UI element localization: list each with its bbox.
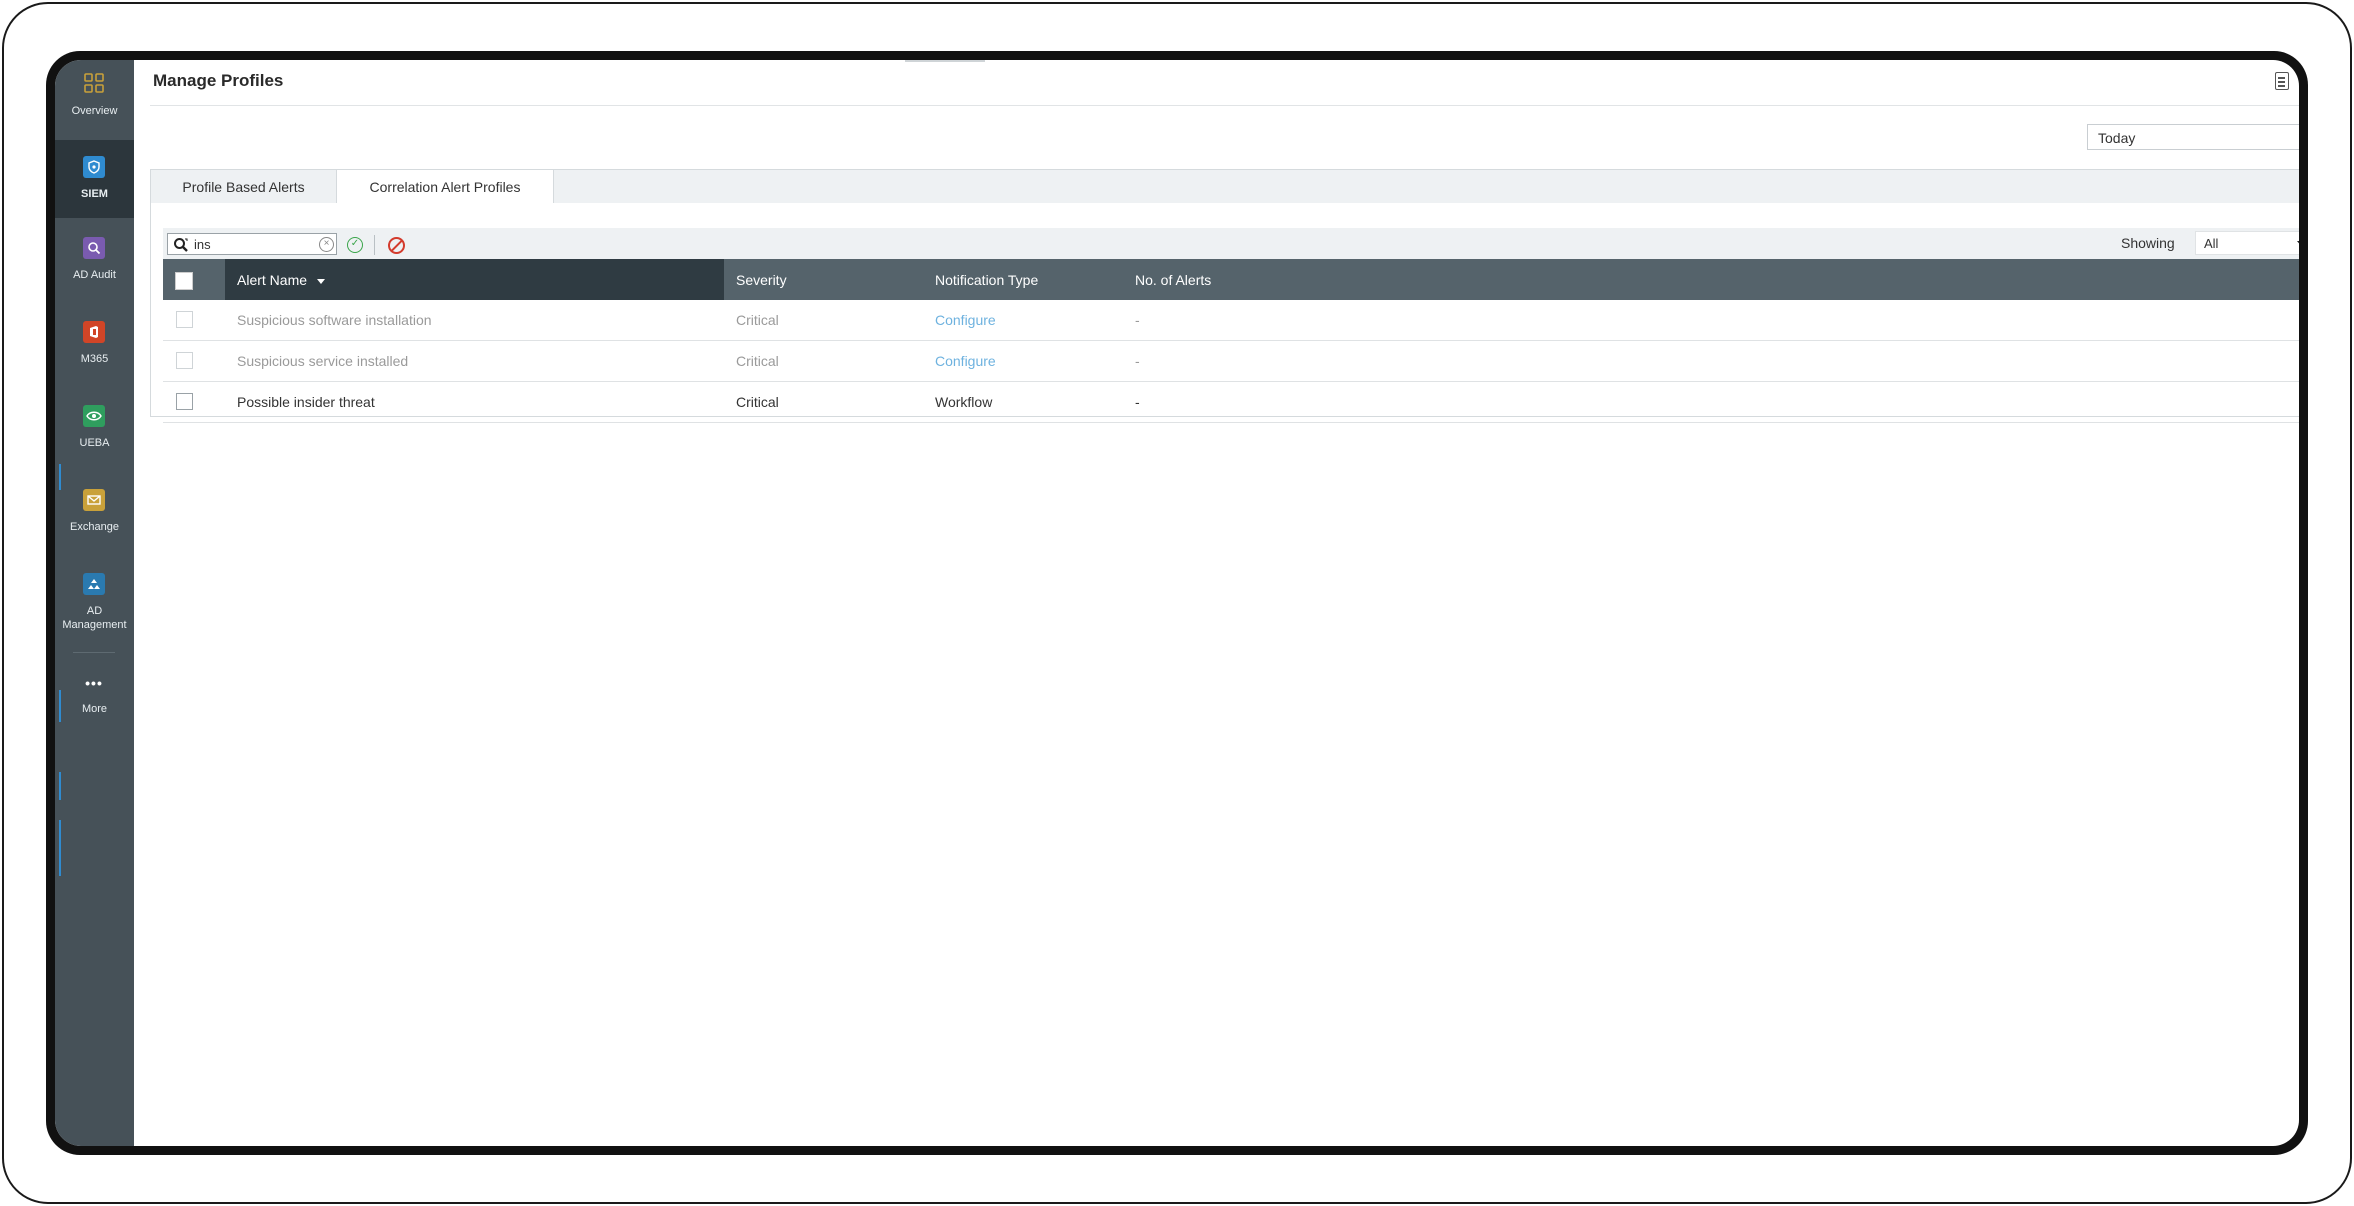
clear-icon[interactable]: × — [319, 237, 334, 252]
more-icon: ••• — [85, 675, 103, 691]
table-row[interactable]: Suspicious service installed Critical Co… — [163, 341, 2299, 382]
sidebar: Overview SIEM AD Audit M365 UEBA Exchang… — [55, 60, 134, 1146]
severity-cell: Critical — [736, 353, 779, 369]
sidebar-accent-line — [59, 690, 61, 722]
showing-select[interactable]: All — [2195, 231, 2299, 255]
tabs-bar: Profile Based Alerts Correlation Alert P… — [150, 169, 2299, 205]
apply-filter-icon[interactable]: ✓ — [347, 237, 363, 253]
column-header-notification-type[interactable]: Notification Type — [935, 259, 1038, 300]
main-content: Manage Profiles Today Profile Based Aler… — [134, 60, 2299, 1146]
sidebar-item-label: More — [81, 703, 108, 715]
tree-icon — [83, 573, 105, 595]
page-title: Manage Profiles — [153, 71, 284, 90]
alert-name-cell: Suspicious service installed — [237, 353, 409, 369]
table-row[interactable]: Suspicious software installation Critica… — [163, 300, 2299, 341]
search-icon — [83, 237, 105, 259]
date-range-select[interactable]: Today — [2087, 124, 2299, 150]
showing-label: Showing — [2121, 235, 2175, 251]
office-icon — [83, 321, 105, 343]
sidebar-item-label: Overview — [71, 105, 118, 117]
toolbar-separator — [374, 235, 375, 255]
document-icon[interactable] — [2275, 72, 2289, 90]
sidebar-item-overview[interactable]: Overview — [55, 60, 134, 140]
configure-link[interactable]: Configure — [935, 353, 996, 369]
device-bezel: Overview SIEM AD Audit M365 UEBA Exchang… — [46, 51, 2308, 1155]
mail-icon — [83, 489, 105, 511]
sidebar-item-m365[interactable]: M365 — [55, 304, 134, 384]
grid-icon — [83, 72, 105, 94]
sidebar-item-label: Exchange — [70, 521, 119, 533]
search-box: × — [167, 233, 337, 255]
column-header-no-of-alerts[interactable]: No. of Alerts — [1135, 259, 1211, 300]
table-toolbar: × ✓ Showing All 1 — [163, 228, 2299, 259]
sidebar-accent-line — [59, 464, 61, 490]
sidebar-item-exchange[interactable]: Exchange — [55, 472, 134, 552]
sidebar-item-siem[interactable]: SIEM — [55, 140, 134, 218]
sidebar-accent-line — [59, 820, 61, 876]
sort-desc-icon — [317, 278, 326, 284]
severity-cell: Critical — [736, 312, 779, 328]
sidebar-item-label: AD Audit — [73, 269, 116, 281]
alert-count-cell: - — [1135, 394, 1140, 410]
row-checkbox[interactable] — [176, 352, 193, 369]
notification-type-cell: Workflow — [935, 394, 993, 410]
configure-link[interactable]: Configure — [935, 312, 996, 328]
sidebar-item-label: SIEM — [81, 188, 108, 200]
select-all-checkbox[interactable] — [175, 272, 193, 290]
sidebar-item-label: Management — [62, 619, 127, 631]
search-icon — [173, 237, 188, 252]
title-divider — [150, 105, 2299, 106]
sidebar-item-label: AD — [86, 605, 103, 617]
sidebar-item-label: UEBA — [79, 437, 110, 449]
top-indicator — [905, 60, 985, 62]
alert-name-cell: Possible insider threat — [237, 394, 375, 410]
sidebar-accent-line — [59, 772, 61, 800]
column-header-label: Alert Name — [237, 272, 308, 288]
row-checkbox[interactable] — [176, 393, 193, 410]
chevron-down-icon — [2297, 241, 2299, 247]
alert-count-cell: - — [1135, 312, 1140, 328]
shield-icon — [83, 156, 105, 178]
tab-profile-based-alerts[interactable]: Profile Based Alerts — [151, 170, 336, 204]
sidebar-item-more[interactable]: ••• More — [55, 660, 134, 740]
eye-icon — [83, 405, 105, 427]
column-header-severity[interactable]: Severity — [736, 259, 787, 300]
search-input[interactable] — [194, 236, 304, 253]
tab-correlation-alert-profiles[interactable]: Correlation Alert Profiles — [336, 170, 554, 205]
column-header-alert-name[interactable]: Alert Name — [225, 259, 724, 300]
alert-name-cell: Suspicious software installation — [237, 312, 432, 328]
alert-count-cell: - — [1135, 353, 1140, 369]
row-checkbox[interactable] — [176, 311, 193, 328]
sidebar-item-label: M365 — [80, 353, 109, 365]
table-row[interactable]: Possible insider threat Critical Workflo… — [163, 382, 2299, 423]
table-header: Alert Name Severity Notification Type No… — [163, 259, 2299, 300]
severity-cell: Critical — [736, 394, 779, 410]
showing-value: All — [2204, 236, 2219, 251]
cancel-filter-icon[interactable] — [388, 237, 405, 254]
alerts-table: Alert Name Severity Notification Type No… — [163, 259, 2299, 423]
sidebar-item-ueba[interactable]: UEBA — [55, 388, 134, 468]
sidebar-divider — [73, 652, 115, 653]
app-screen: Overview SIEM AD Audit M365 UEBA Exchang… — [55, 60, 2299, 1146]
alerts-panel: × ✓ Showing All 1 — [150, 203, 2299, 423]
sidebar-item-ad-audit[interactable]: AD Audit — [55, 220, 134, 300]
sidebar-item-ad-management[interactable]: AD Management — [55, 556, 134, 648]
